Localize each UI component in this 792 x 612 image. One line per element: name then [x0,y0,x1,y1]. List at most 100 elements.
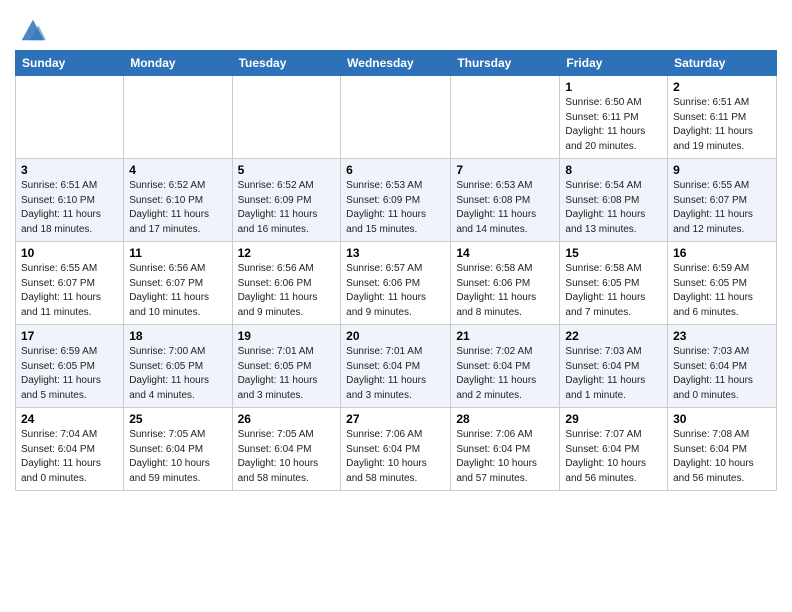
day-number: 10 [21,246,118,260]
calendar-cell: 2 Sunrise: 6:51 AM Sunset: 6:11 PM Daylig… [668,76,777,159]
day-info: Sunrise: 7:03 AM Sunset: 6:04 PM Dayligh… [565,345,662,403]
day-info: Sunrise: 6:52 AM Sunset: 6:09 PM Dayligh… [238,179,336,237]
calendar-cell: 9 Sunrise: 6:55 AM Sunset: 6:07 PM Daylig… [668,159,777,242]
calendar-cell: 29 Sunrise: 7:07 AM Sunset: 6:04 PM Dayli… [560,408,668,491]
day-number: 3 [21,163,118,177]
calendar-cell: 13 Sunrise: 6:57 AM Sunset: 6:06 PM Dayli… [341,242,451,325]
calendar-cell: 21 Sunrise: 7:02 AM Sunset: 6:04 PM Dayli… [451,325,560,408]
day-number: 30 [673,412,771,426]
weekday-header-saturday: Saturday [668,51,777,76]
day-info: Sunrise: 6:56 AM Sunset: 6:07 PM Dayligh… [129,262,226,320]
day-number: 18 [129,329,226,343]
day-number: 28 [456,412,554,426]
day-info: Sunrise: 6:58 AM Sunset: 6:06 PM Dayligh… [456,262,554,320]
day-info: Sunrise: 7:08 AM Sunset: 6:04 PM Dayligh… [673,428,771,486]
calendar-row-4: 17 Sunrise: 6:59 AM Sunset: 6:05 PM Dayli… [16,325,777,408]
day-info: Sunrise: 6:55 AM Sunset: 6:07 PM Dayligh… [21,262,118,320]
weekday-header-sunday: Sunday [16,51,124,76]
calendar-cell [124,76,232,159]
day-info: Sunrise: 6:57 AM Sunset: 6:06 PM Dayligh… [346,262,445,320]
header-row: SundayMondayTuesdayWednesdayThursdayFrid… [16,51,777,76]
calendar-cell: 3 Sunrise: 6:51 AM Sunset: 6:10 PM Daylig… [16,159,124,242]
day-info: Sunrise: 6:52 AM Sunset: 6:10 PM Dayligh… [129,179,226,237]
calendar-cell: 6Sunrise: 6:53 AM Sunset: 6:09 PM Daylig… [341,159,451,242]
day-info: Sunrise: 7:07 AM Sunset: 6:04 PM Dayligh… [565,428,662,486]
day-info: Sunrise: 6:53 AM Sunset: 6:09 PM Dayligh… [346,179,445,237]
calendar-cell: 28Sunrise: 7:06 AM Sunset: 6:04 PM Dayli… [451,408,560,491]
day-number: 26 [238,412,336,426]
calendar-cell: 17 Sunrise: 6:59 AM Sunset: 6:05 PM Dayli… [16,325,124,408]
day-number: 17 [21,329,118,343]
day-info: Sunrise: 7:04 AM Sunset: 6:04 PM Dayligh… [21,428,118,486]
calendar-cell: 4 Sunrise: 6:52 AM Sunset: 6:10 PM Daylig… [124,159,232,242]
day-info: Sunrise: 6:56 AM Sunset: 6:06 PM Dayligh… [238,262,336,320]
weekday-header-tuesday: Tuesday [232,51,341,76]
day-number: 4 [129,163,226,177]
calendar-cell: 5 Sunrise: 6:52 AM Sunset: 6:09 PM Daylig… [232,159,341,242]
calendar-cell: 25Sunrise: 7:05 AM Sunset: 6:04 PM Dayli… [124,408,232,491]
calendar-cell: 7Sunrise: 6:53 AM Sunset: 6:08 PM Daylig… [451,159,560,242]
day-number: 19 [238,329,336,343]
day-number: 23 [673,329,771,343]
day-info: Sunrise: 6:58 AM Sunset: 6:05 PM Dayligh… [565,262,662,320]
day-number: 20 [346,329,445,343]
calendar-cell [341,76,451,159]
day-number: 5 [238,163,336,177]
calendar-row-2: 3 Sunrise: 6:51 AM Sunset: 6:10 PM Daylig… [16,159,777,242]
day-info: Sunrise: 6:59 AM Sunset: 6:05 PM Dayligh… [673,262,771,320]
calendar-cell: 23 Sunrise: 7:03 AM Sunset: 6:04 PM Dayli… [668,325,777,408]
page: SundayMondayTuesdayWednesdayThursdayFrid… [0,0,792,506]
calendar-cell: 30 Sunrise: 7:08 AM Sunset: 6:04 PM Dayli… [668,408,777,491]
day-number: 27 [346,412,445,426]
day-number: 14 [456,246,554,260]
logo [15,16,46,44]
weekday-header-friday: Friday [560,51,668,76]
calendar-row-3: 10 Sunrise: 6:55 AM Sunset: 6:07 PM Dayli… [16,242,777,325]
calendar-cell: 26 Sunrise: 7:05 AM Sunset: 6:04 PM Dayli… [232,408,341,491]
calendar-cell: 19 Sunrise: 7:01 AM Sunset: 6:05 PM Dayli… [232,325,341,408]
calendar-cell: 22 Sunrise: 7:03 AM Sunset: 6:04 PM Dayli… [560,325,668,408]
day-number: 1 [565,80,662,94]
calendar-cell: 27 Sunrise: 7:06 AM Sunset: 6:04 PM Dayli… [341,408,451,491]
day-number: 29 [565,412,662,426]
day-number: 21 [456,329,554,343]
day-info: Sunrise: 6:55 AM Sunset: 6:07 PM Dayligh… [673,179,771,237]
day-info: Sunrise: 7:02 AM Sunset: 6:04 PM Dayligh… [456,345,554,403]
day-info: Sunrise: 7:05 AM Sunset: 6:04 PM Dayligh… [238,428,336,486]
header [15,10,777,44]
day-number: 24 [21,412,118,426]
calendar-cell: 15 Sunrise: 6:58 AM Sunset: 6:05 PM Dayli… [560,242,668,325]
day-info: Sunrise: 6:51 AM Sunset: 6:10 PM Dayligh… [21,179,118,237]
logo-icon [18,16,46,44]
calendar-row-5: 24 Sunrise: 7:04 AM Sunset: 6:04 PM Dayli… [16,408,777,491]
calendar-row-1: 1 Sunrise: 6:50 AM Sunset: 6:11 PM Daylig… [16,76,777,159]
day-info: Sunrise: 7:01 AM Sunset: 6:05 PM Dayligh… [238,345,336,403]
day-number: 15 [565,246,662,260]
calendar-cell: 1 Sunrise: 6:50 AM Sunset: 6:11 PM Daylig… [560,76,668,159]
day-info: Sunrise: 7:03 AM Sunset: 6:04 PM Dayligh… [673,345,771,403]
day-number: 13 [346,246,445,260]
day-number: 8 [565,163,662,177]
day-info: Sunrise: 6:59 AM Sunset: 6:05 PM Dayligh… [21,345,118,403]
day-info: Sunrise: 7:06 AM Sunset: 6:04 PM Dayligh… [346,428,445,486]
day-info: Sunrise: 7:00 AM Sunset: 6:05 PM Dayligh… [129,345,226,403]
day-info: Sunrise: 6:51 AM Sunset: 6:11 PM Dayligh… [673,96,771,154]
weekday-header-wednesday: Wednesday [341,51,451,76]
day-number: 7 [456,163,554,177]
day-number: 16 [673,246,771,260]
day-number: 2 [673,80,771,94]
day-info: Sunrise: 6:50 AM Sunset: 6:11 PM Dayligh… [565,96,662,154]
calendar-cell: 24 Sunrise: 7:04 AM Sunset: 6:04 PM Dayli… [16,408,124,491]
day-number: 9 [673,163,771,177]
day-info: Sunrise: 7:01 AM Sunset: 6:04 PM Dayligh… [346,345,445,403]
calendar-cell: 12Sunrise: 6:56 AM Sunset: 6:06 PM Dayli… [232,242,341,325]
day-number: 11 [129,246,226,260]
day-number: 25 [129,412,226,426]
weekday-header-thursday: Thursday [451,51,560,76]
calendar-cell: 20 Sunrise: 7:01 AM Sunset: 6:04 PM Dayli… [341,325,451,408]
calendar-cell [16,76,124,159]
calendar-cell: 14 Sunrise: 6:58 AM Sunset: 6:06 PM Dayli… [451,242,560,325]
day-number: 22 [565,329,662,343]
calendar-cell [232,76,341,159]
weekday-header-monday: Monday [124,51,232,76]
